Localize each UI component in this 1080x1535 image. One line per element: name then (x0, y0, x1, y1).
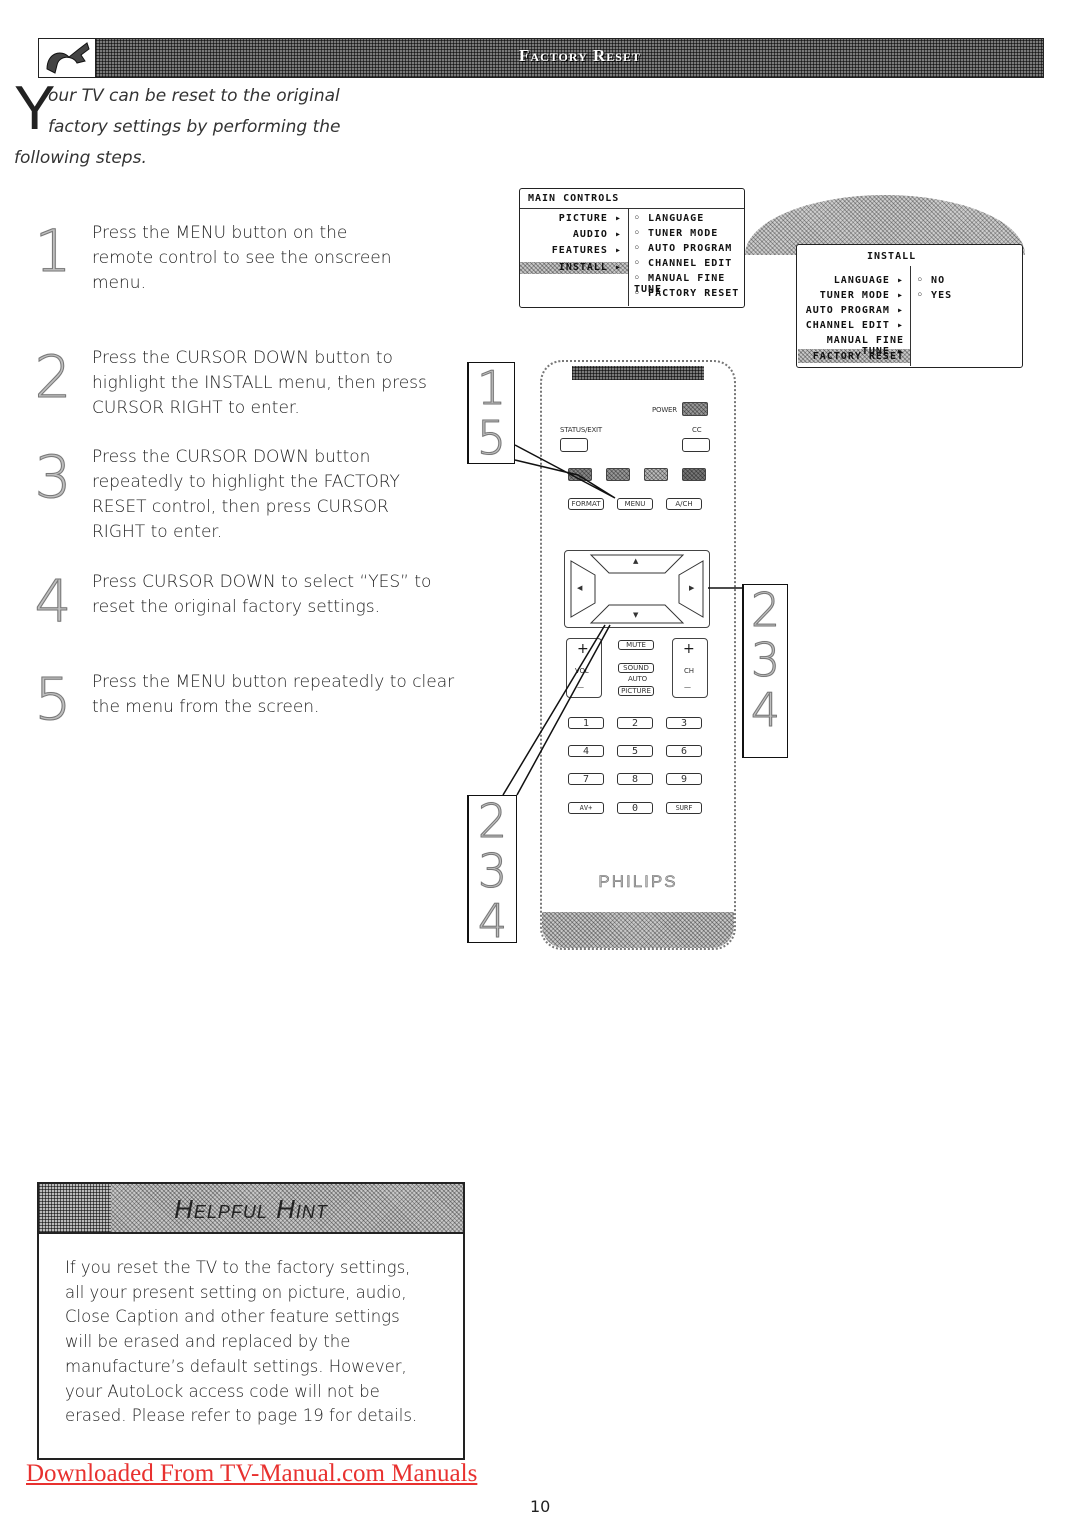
callout-digit: 4 (750, 683, 781, 737)
callout-digit: 5 (476, 411, 507, 465)
download-link[interactable]: Downloaded From TV-Manual.com Manuals (26, 1460, 477, 1488)
callout-digit: 1 (476, 361, 507, 415)
hint-body: If you reset the TV to the factory setti… (65, 1256, 455, 1429)
page-number: 10 (530, 1497, 551, 1516)
hint-title: Helpful Hint (174, 1194, 328, 1224)
hint-line: If you reset the TV to the factory setti… (65, 1258, 411, 1277)
callout-digit: 3 (477, 844, 508, 898)
callout-digit: 3 (750, 633, 781, 687)
callout-leader-lines (502, 444, 759, 796)
helpful-hint-box: Helpful Hint If you reset the TV to the … (37, 1182, 465, 1460)
callout-steps-1-5: 1 5 (467, 362, 515, 464)
callout-digit: 2 (477, 794, 508, 848)
hint-line: Close Caption and other feature settings (65, 1307, 400, 1327)
hint-line: erased. Please refer to page 19 for deta… (65, 1406, 418, 1426)
callout-steps-2-3-4-left: 2 3 4 (467, 794, 517, 948)
callout-steps-2-3-4-right: 2 3 4 (742, 584, 788, 758)
hint-line: all your present setting on picture, aud… (65, 1282, 407, 1302)
hint-line: will be erased and replaced by the (65, 1332, 351, 1352)
callout-digit: 2 (750, 583, 781, 637)
callout-digit: 4 (477, 894, 508, 948)
hint-line: your AutoLock access code will not be (65, 1381, 380, 1401)
hint-line: manufacture’s default settings. However, (65, 1356, 407, 1376)
